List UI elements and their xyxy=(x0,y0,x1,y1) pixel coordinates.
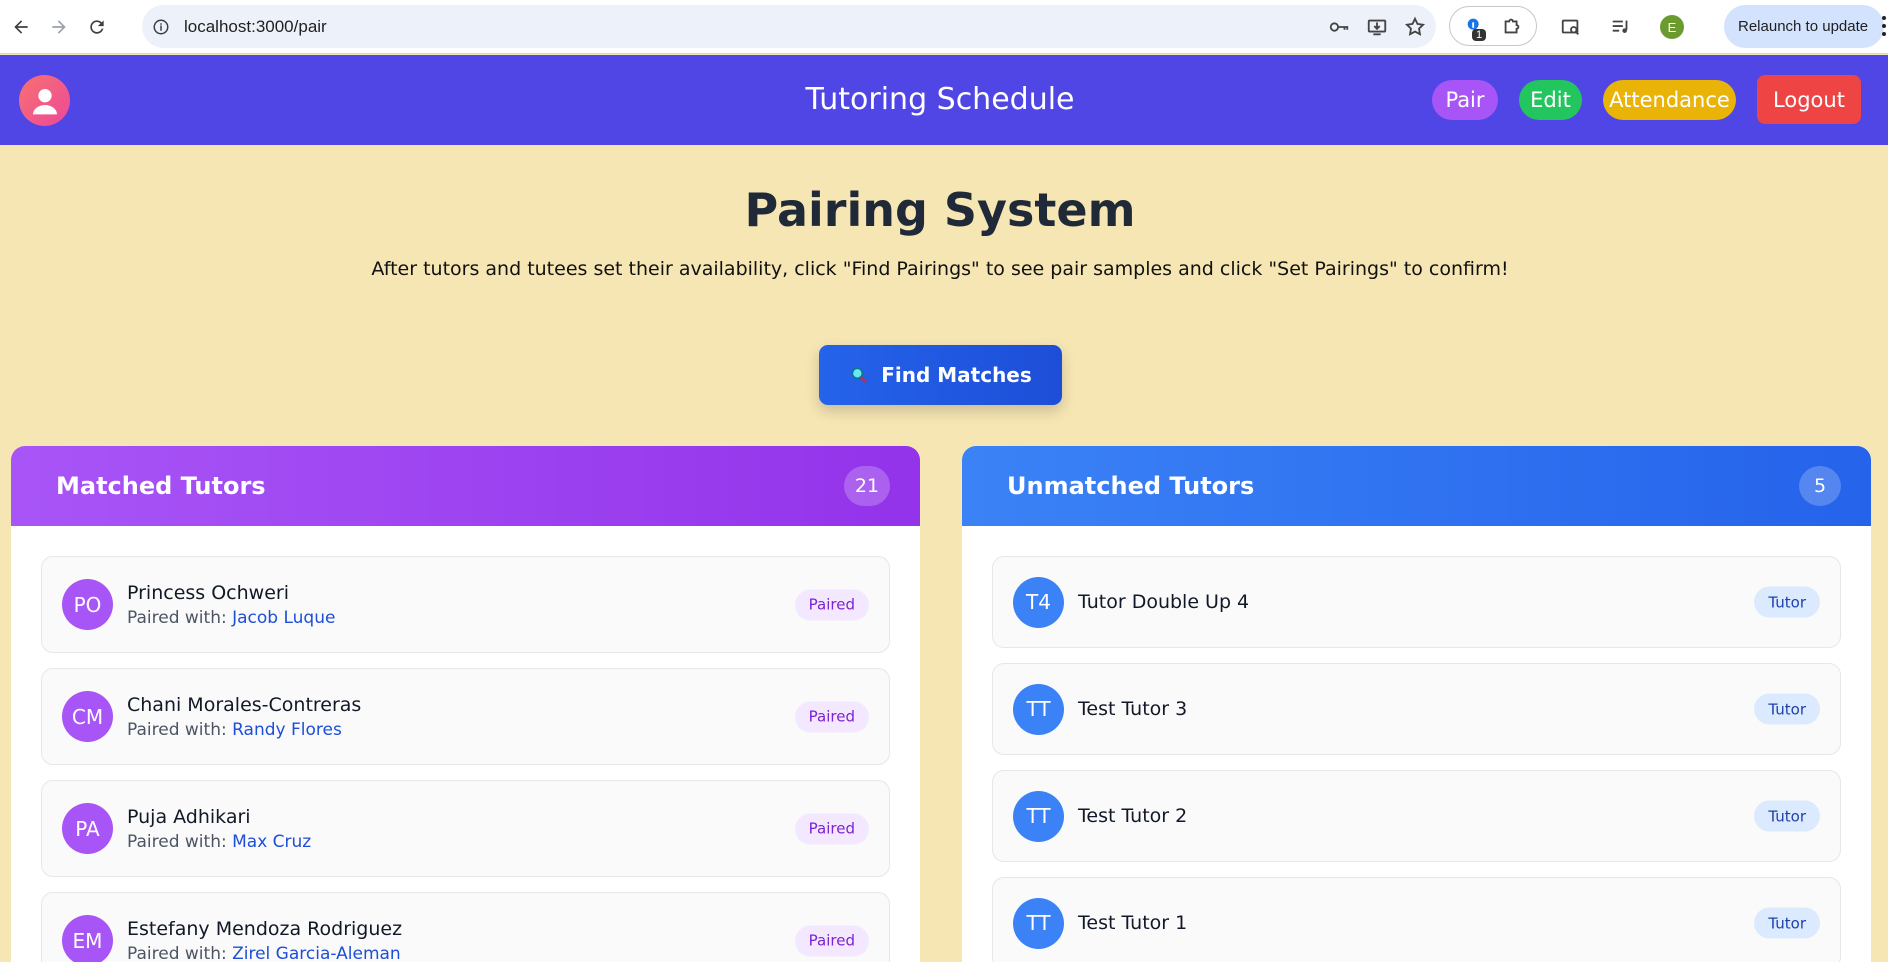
extension-badge: 1 xyxy=(1472,29,1487,41)
tutor-initials-avatar: PA xyxy=(62,803,113,854)
partner-link[interactable]: Jacob Luque xyxy=(232,608,335,628)
matched-count-badge: 21 xyxy=(844,466,890,506)
role-badge: Tutor xyxy=(1754,586,1820,618)
reload-icon[interactable] xyxy=(80,10,114,44)
paired-with-label: Paired with: xyxy=(127,607,227,628)
unmatched-tutor-card[interactable]: TT Test Tutor 3 Tutor xyxy=(992,663,1841,755)
magnifier-icon xyxy=(851,367,868,383)
tutor-name: Estefany Mendoza Rodriguez xyxy=(127,917,403,940)
paired-with-label: Paired with: xyxy=(127,831,227,852)
site-info-icon[interactable] xyxy=(152,18,170,36)
url-text[interactable]: localhost:3000/pair xyxy=(184,17,327,37)
tutor-initials-avatar: T4 xyxy=(1013,576,1064,628)
partner-link[interactable]: Max Cruz xyxy=(232,832,311,852)
paired-with-label: Paired with: xyxy=(127,943,227,962)
tutor-initials-avatar: EM xyxy=(62,915,113,962)
browser-toolbar: localhost:3000/pair 1 E Relaunch to upda… xyxy=(0,0,1888,54)
tutor-name: Puja Adhikari xyxy=(127,805,251,828)
tutor-name: Princess Ochweri xyxy=(127,581,289,604)
page-title: Pairing System xyxy=(744,183,1136,237)
bookmark-star-icon[interactable] xyxy=(1404,16,1426,38)
tab-search-icon[interactable] xyxy=(1560,16,1582,38)
attendance-button[interactable]: Attendance xyxy=(1603,80,1736,120)
unmatched-tutors-panel: Unmatched Tutors 5 T4 Tutor Double Up 4 … xyxy=(962,446,1871,962)
tutor-name: Test Tutor 1 xyxy=(1078,912,1188,934)
password-key-icon[interactable] xyxy=(1328,16,1350,38)
status-badge: Paired xyxy=(794,925,869,956)
tutor-name: Test Tutor 3 xyxy=(1078,698,1188,720)
matched-panel-title: Matched Tutors xyxy=(56,472,266,500)
matched-tutor-card[interactable]: PO Princess Ochweri Paired with: Jacob L… xyxy=(41,556,890,653)
back-icon[interactable] xyxy=(4,10,38,44)
matched-tutors-panel: Matched Tutors 21 PO Princess Ochweri Pa… xyxy=(11,446,920,962)
tutor-initials-avatar: TT xyxy=(1013,683,1064,735)
logout-button[interactable]: Logout xyxy=(1757,75,1861,124)
address-bar[interactable]: localhost:3000/pair xyxy=(142,5,1436,48)
matched-panel-header: Matched Tutors 21 xyxy=(11,446,920,526)
unmatched-panel-title: Unmatched Tutors xyxy=(1007,472,1255,500)
role-badge: Tutor xyxy=(1754,800,1820,832)
forward-icon[interactable] xyxy=(42,10,76,44)
matched-tutor-card[interactable]: PA Puja Adhikari Paired with: Max Cruz P… xyxy=(41,780,890,877)
tutor-name: Test Tutor 2 xyxy=(1078,805,1188,827)
tutor-initials-avatar: TT xyxy=(1013,790,1064,842)
relaunch-button[interactable]: Relaunch to update xyxy=(1724,5,1884,48)
matched-tutor-card[interactable]: CM Chani Morales-Contreras Paired with: … xyxy=(41,668,890,765)
tutor-name: Tutor Double Up 4 xyxy=(1078,591,1250,613)
tutor-name: Chani Morales-Contreras xyxy=(127,693,362,716)
role-badge: Tutor xyxy=(1754,693,1820,725)
puzzle-icon[interactable] xyxy=(1501,15,1523,37)
unmatched-tutor-card[interactable]: TT Test Tutor 2 Tutor xyxy=(992,770,1841,862)
role-badge: Tutor xyxy=(1754,907,1820,939)
paired-with-label: Paired with: xyxy=(127,719,227,740)
tutor-initials-avatar: CM xyxy=(62,691,113,742)
find-matches-button[interactable]: Find Matches xyxy=(819,345,1062,405)
tutor-initials-avatar: TT xyxy=(1013,897,1064,949)
edit-button[interactable]: Edit xyxy=(1519,80,1582,120)
unmatched-tutor-card[interactable]: TT Test Tutor 1 Tutor xyxy=(992,877,1841,962)
partner-link[interactable]: Randy Flores xyxy=(232,720,342,740)
more-menu-icon[interactable] xyxy=(1882,16,1886,36)
unmatched-count-badge: 5 xyxy=(1799,466,1841,506)
status-badge: Paired xyxy=(794,701,869,732)
media-controls-icon[interactable] xyxy=(1610,16,1632,38)
extensions-pill[interactable]: 1 xyxy=(1449,6,1537,46)
status-badge: Paired xyxy=(794,813,869,844)
app-header: Tutoring Schedule Pair Edit Attendance L… xyxy=(0,55,1888,145)
install-app-icon[interactable] xyxy=(1366,16,1388,38)
page-instructions: After tutors and tutees set their availa… xyxy=(371,258,1509,280)
find-matches-label: Find Matches xyxy=(881,363,1032,387)
unmatched-panel-header: Unmatched Tutors 5 xyxy=(962,446,1871,526)
partner-link[interactable]: Zirel Garcia-Aleman xyxy=(232,944,401,962)
app-title: Tutoring Schedule xyxy=(805,82,1075,117)
pair-button[interactable]: Pair xyxy=(1432,80,1498,120)
unmatched-tutor-card[interactable]: T4 Tutor Double Up 4 Tutor xyxy=(992,556,1841,648)
status-badge: Paired xyxy=(794,589,869,620)
tutor-initials-avatar: PO xyxy=(62,579,113,630)
matched-tutor-card[interactable]: EM Estefany Mendoza Rodriguez Paired wit… xyxy=(41,892,890,962)
profile-avatar[interactable]: E xyxy=(1660,15,1684,39)
